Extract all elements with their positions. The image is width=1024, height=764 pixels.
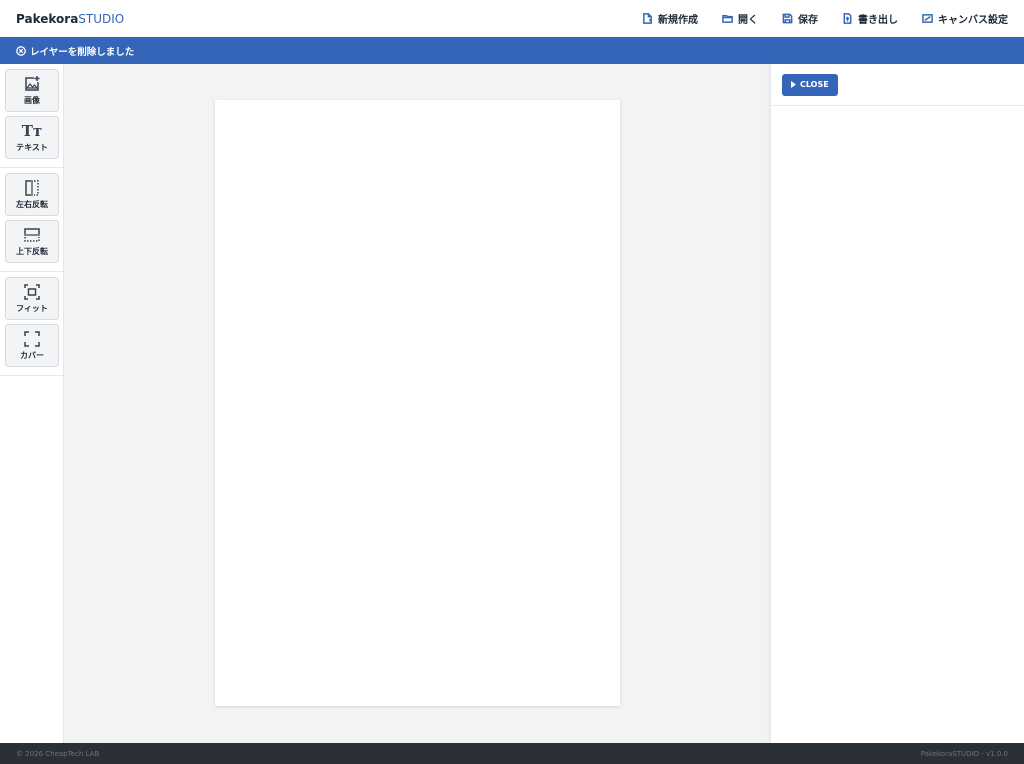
cover-label: カバー xyxy=(20,351,44,360)
flip-horizontal-button[interactable]: 左右反転 xyxy=(5,173,59,216)
export-label: 書き出し xyxy=(858,15,898,26)
flip-horizontal-icon xyxy=(25,180,39,196)
close-panel-label: CLOSE xyxy=(800,80,829,89)
app-footer: © 2026 CheapTech LAB PakekoraSTUDIO - v1… xyxy=(0,743,1024,764)
fit-button[interactable]: フィット xyxy=(5,277,59,320)
tool-sidebar: 画像 Tт テキスト 左右反転 上下反転 フィット カバー xyxy=(0,64,64,743)
new-label: 新規作成 xyxy=(658,15,698,26)
notification-bar: レイヤーを削除しました xyxy=(0,37,1024,64)
new-button[interactable]: 新規作成 xyxy=(642,11,698,26)
save-icon xyxy=(782,13,793,24)
canvas-settings-label: キャンバス設定 xyxy=(938,15,1008,26)
text-icon: Tт xyxy=(21,122,43,140)
cover-button[interactable]: カバー xyxy=(5,324,59,367)
tool-group-scale: フィット カバー xyxy=(0,272,63,376)
tool-group-insert: 画像 Tт テキスト xyxy=(0,64,63,168)
header-nav: 新規作成 開く 保存 書き出し キャンバス設定 xyxy=(618,11,1008,26)
cover-icon xyxy=(24,331,40,347)
export-button[interactable]: 書き出し xyxy=(842,11,898,26)
notification-text: レイヤーを削除しました xyxy=(30,46,135,58)
add-image-label: 画像 xyxy=(24,96,40,105)
app-logo[interactable]: Pakekora STUDIO xyxy=(16,12,124,26)
fit-icon xyxy=(24,284,40,300)
canvas-page[interactable] xyxy=(215,100,620,706)
chevron-right-icon xyxy=(791,81,796,88)
footer-copyright: © 2026 CheapTech LAB xyxy=(16,749,100,758)
add-image-icon xyxy=(25,76,40,91)
open-label: 開く xyxy=(738,15,758,26)
add-text-label: テキスト xyxy=(16,143,48,152)
canvas-settings-button[interactable]: キャンバス設定 xyxy=(922,11,1008,26)
flip-vertical-icon xyxy=(24,228,40,242)
flip-vertical-button[interactable]: 上下反転 xyxy=(5,220,59,263)
fit-label: フィット xyxy=(16,304,48,313)
close-panel-button[interactable]: CLOSE xyxy=(782,73,838,96)
app-header: Pakekora STUDIO 新規作成 開く 保存 書き出し キャンバス設定 xyxy=(0,0,1024,37)
save-label: 保存 xyxy=(798,15,818,26)
flip-horizontal-label: 左右反転 xyxy=(16,200,48,209)
logo-primary: Pakekora xyxy=(16,11,79,26)
open-button[interactable]: 開く xyxy=(722,11,758,26)
footer-version: PakekoraSTUDIO - v1.0.0 xyxy=(920,749,1008,758)
tool-group-flip: 左右反転 上下反転 xyxy=(0,168,63,272)
logo-secondary: STUDIO xyxy=(78,11,125,26)
add-image-button[interactable]: 画像 xyxy=(5,69,59,112)
flip-vertical-label: 上下反転 xyxy=(16,247,48,256)
add-text-button[interactable]: Tт テキスト xyxy=(5,116,59,159)
canvas-workspace[interactable] xyxy=(64,64,771,743)
properties-panel: CLOSE xyxy=(771,64,1024,743)
save-button[interactable]: 保存 xyxy=(782,11,818,26)
new-file-icon xyxy=(643,13,652,24)
folder-open-icon xyxy=(722,15,733,23)
canvas-settings-icon xyxy=(922,14,933,23)
panel-header: CLOSE xyxy=(771,64,1024,106)
export-icon xyxy=(843,13,852,24)
close-circle-icon[interactable] xyxy=(16,45,26,56)
